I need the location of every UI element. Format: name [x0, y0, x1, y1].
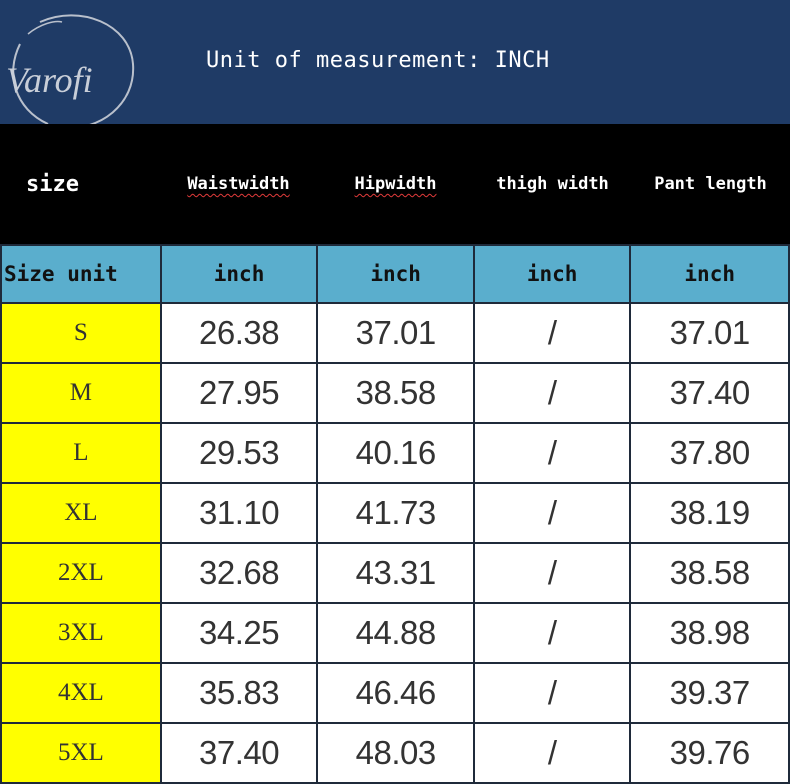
waistwidth-cell: 35.83 — [159, 662, 319, 724]
hipwidth-cell: 37.01 — [316, 302, 475, 364]
hipwidth-cell: 48.03 — [316, 722, 475, 784]
unit-cell: inch — [316, 244, 475, 304]
thigh-width-cell: / — [472, 362, 632, 424]
size-cell: S — [0, 302, 162, 364]
hipwidth-cell: 38.58 — [316, 362, 475, 424]
varofi-logo: Varofi — [6, 14, 135, 130]
header-pant-length: Pant length — [654, 174, 767, 194]
waistwidth-cell: 37.40 — [159, 722, 319, 784]
header-thigh-width: thigh width — [496, 174, 609, 194]
waistwidth-cell: 34.25 — [159, 602, 319, 664]
thigh-width-cell: / — [472, 722, 632, 784]
table-row: 5XL 37.40 48.03/39.76 — [0, 722, 790, 784]
table-row: L 29.53 40.16/37.80 — [0, 422, 790, 484]
waistwidth-cell: 26.38 — [159, 302, 319, 364]
size-cell: XL — [0, 482, 162, 544]
table-row: XL 31.10 41.73/38.19 — [0, 482, 790, 544]
waistwidth-cell: 27.95 — [159, 362, 319, 424]
unit-cell: inch — [472, 244, 632, 304]
hipwidth-cell: 40.16 — [316, 422, 475, 484]
unit-label: Size unit — [0, 244, 162, 304]
size-cell: L — [0, 422, 162, 484]
title-banner: Varofi Unit of measurement: INCH — [0, 0, 790, 130]
pant-length-cell: 37.80 — [629, 422, 790, 484]
hipwidth-cell: 43.31 — [316, 542, 475, 604]
table-row: M 27.95 38.58/37.40 — [0, 362, 790, 424]
size-cell: 4XL — [0, 662, 162, 724]
table-row: S 26.38 37.01/37.01 — [0, 302, 790, 364]
thigh-width-cell: / — [472, 482, 632, 544]
size-cell: M — [0, 362, 162, 424]
unit-cell: inch — [159, 244, 319, 304]
size-cell: 5XL — [0, 722, 162, 784]
size-cell: 2XL — [0, 542, 162, 604]
pant-length-cell: 38.58 — [629, 542, 790, 604]
hipwidth-cell: 46.46 — [316, 662, 475, 724]
size-cell: 3XL — [0, 602, 162, 664]
thigh-width-cell: / — [472, 422, 632, 484]
thigh-width-cell: / — [472, 602, 632, 664]
hipwidth-cell: 41.73 — [316, 482, 475, 544]
pant-length-cell: 37.40 — [629, 362, 790, 424]
waistwidth-cell: 32.68 — [159, 542, 319, 604]
pant-length-cell: 39.37 — [629, 662, 790, 724]
column-header: size Waistwidth Hipwidth thigh width Pan… — [0, 124, 790, 244]
unit-of-measurement-title: Unit of measurement: INCH — [206, 48, 550, 73]
header-size: size — [26, 171, 79, 197]
logo-text: Varofi — [6, 60, 93, 100]
thigh-width-cell: / — [472, 662, 632, 724]
unit-cell: inch — [629, 244, 790, 304]
header-hipwidth: Hipwidth — [354, 174, 437, 194]
hipwidth-cell: 44.88 — [316, 602, 475, 664]
pant-length-cell: 38.98 — [629, 602, 790, 664]
table-row: 2XL 32.68 43.31/38.58 — [0, 542, 790, 604]
thigh-width-cell: / — [472, 542, 632, 604]
header-waistwidth: Waistwidth — [187, 174, 290, 194]
waistwidth-cell: 31.10 — [159, 482, 319, 544]
table-row: 3XL 34.25 44.88/38.98 — [0, 602, 790, 664]
waistwidth-cell: 29.53 — [159, 422, 319, 484]
pant-length-cell: 39.76 — [629, 722, 790, 784]
table-row: 4XL 35.83 46.46/39.37 — [0, 662, 790, 724]
size-chart-table: Size unit inch inch inch inch S 26.38 37.0… — [0, 244, 790, 784]
thigh-width-cell: / — [472, 302, 632, 364]
pant-length-cell: 38.19 — [629, 482, 790, 544]
pant-length-cell: 37.01 — [629, 302, 790, 364]
unit-row: Size unit inch inch inch inch — [0, 244, 790, 304]
